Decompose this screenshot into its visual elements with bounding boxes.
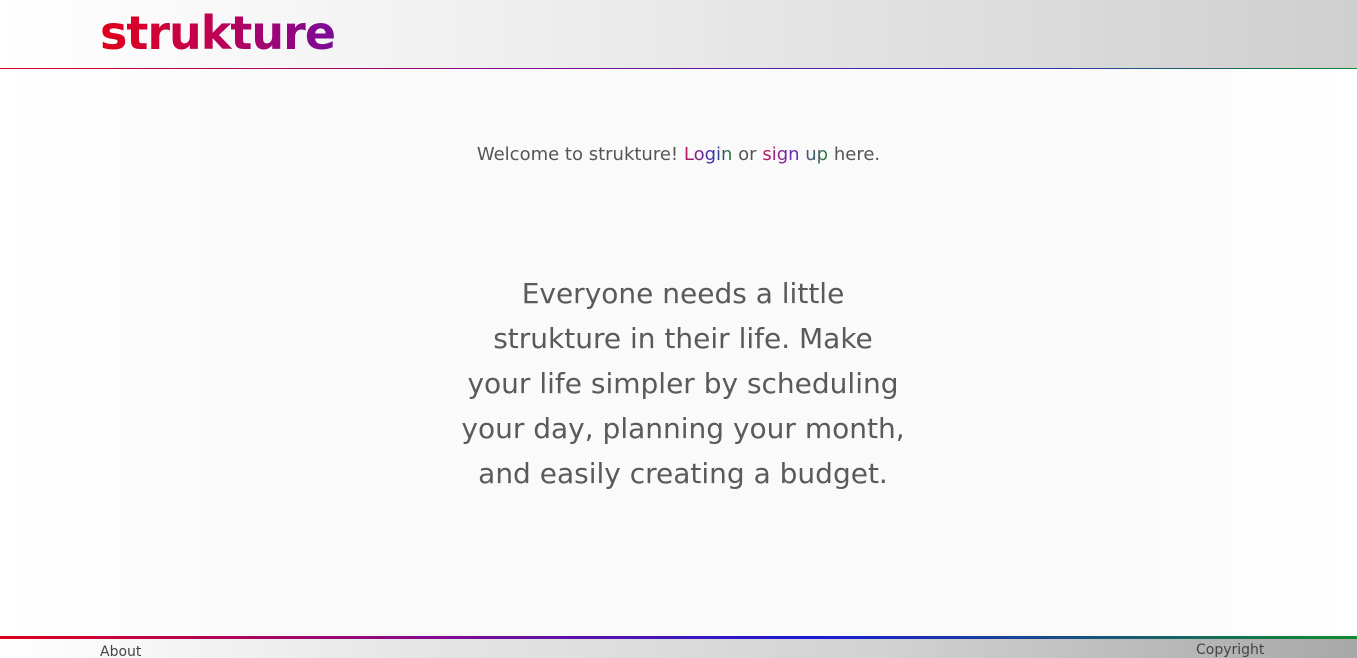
welcome-suffix: here.	[833, 144, 881, 165]
tagline: Everyone needs a little strukture in the…	[461, 277, 905, 490]
welcome-message: Welcome to strukture! Login or sign up h…	[0, 143, 1357, 167]
site-logo[interactable]: strukture	[100, 5, 336, 61]
copyright-text: Copyright	[1196, 642, 1265, 658]
site-footer: About Copyright	[0, 639, 1357, 658]
signup-link[interactable]: sign up	[762, 144, 828, 165]
about-link[interactable]: About	[100, 643, 141, 658]
login-link[interactable]: Login	[684, 144, 733, 165]
welcome-prefix: Welcome to strukture!	[476, 144, 679, 165]
site-header: strukture	[0, 0, 1357, 68]
welcome-or: or	[738, 144, 757, 165]
